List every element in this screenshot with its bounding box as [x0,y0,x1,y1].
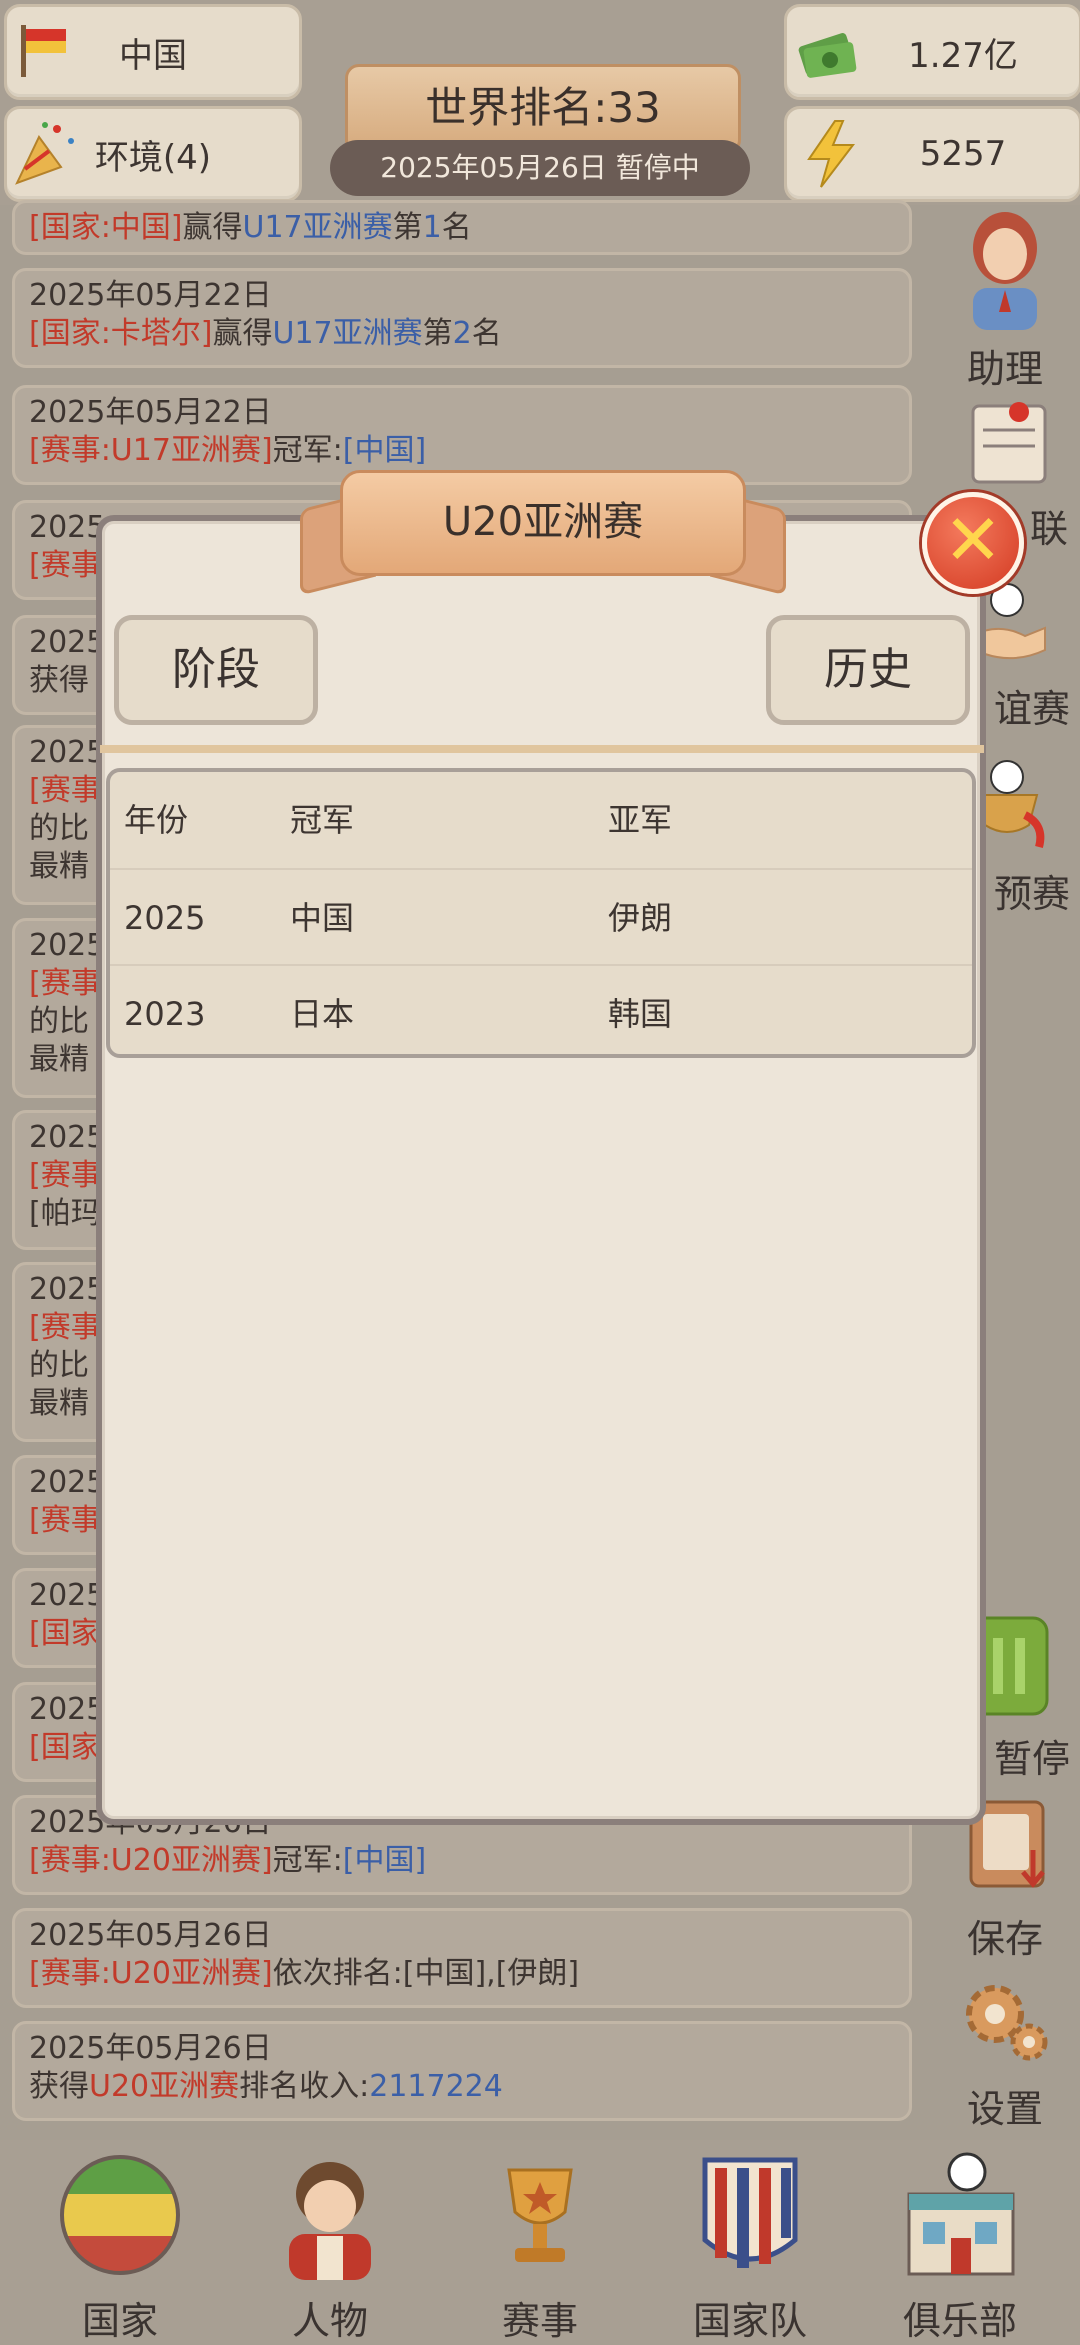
nav-people-label: 人物 [291,2299,368,2343]
trophy-icon [507,2168,573,2262]
nav-events-label: 赛事 [501,2299,578,2343]
cell-runner-up: 伊朗 [608,899,673,937]
nav-country-label: 国家 [81,2299,158,2343]
cell-runner-up: 韩国 [608,995,673,1033]
nav-people[interactable]: 人物 [230,2150,430,2345]
nav-national-team[interactable]: 国家队 [650,2150,850,2345]
nav-events[interactable]: 赛事 [440,2150,640,2345]
country-flag-icon [60,2155,180,2275]
close-icon: ✕ [943,499,1003,581]
club-building-icon [907,2152,1015,2276]
stage-button[interactable]: 阶段 [114,615,318,725]
nav-club[interactable]: 俱乐部 [860,2150,1060,2345]
table-header: 年份 冠军 亚军 [110,772,972,868]
history-button[interactable]: 历史 [766,615,970,725]
nav-national-team-label: 国家队 [692,2299,807,2343]
nav-country[interactable]: 国家 [20,2150,220,2345]
modal-divider [100,745,984,753]
cell-year: 2023 [124,995,206,1033]
table-row: 2023 日本 韩国 [110,964,972,1062]
header-champion: 冠军 [290,801,355,839]
modal-title: U20亚洲赛 [340,470,746,576]
cell-year: 2025 [124,899,206,937]
cell-champion: 中国 [290,899,355,937]
person-icon [289,2162,371,2280]
history-table: 年份 冠军 亚军 2025 中国 伊朗 2023 日本 韩国 [106,768,976,1058]
cell-champion: 日本 [290,995,355,1033]
nav-club-label: 俱乐部 [902,2299,1017,2343]
close-button[interactable]: ✕ [922,492,1024,594]
header-year: 年份 [124,801,189,839]
jersey-shield-icon [702,2157,798,2268]
header-runner-up: 亚军 [608,801,673,839]
table-row: 2025 中国 伊朗 [110,868,972,966]
